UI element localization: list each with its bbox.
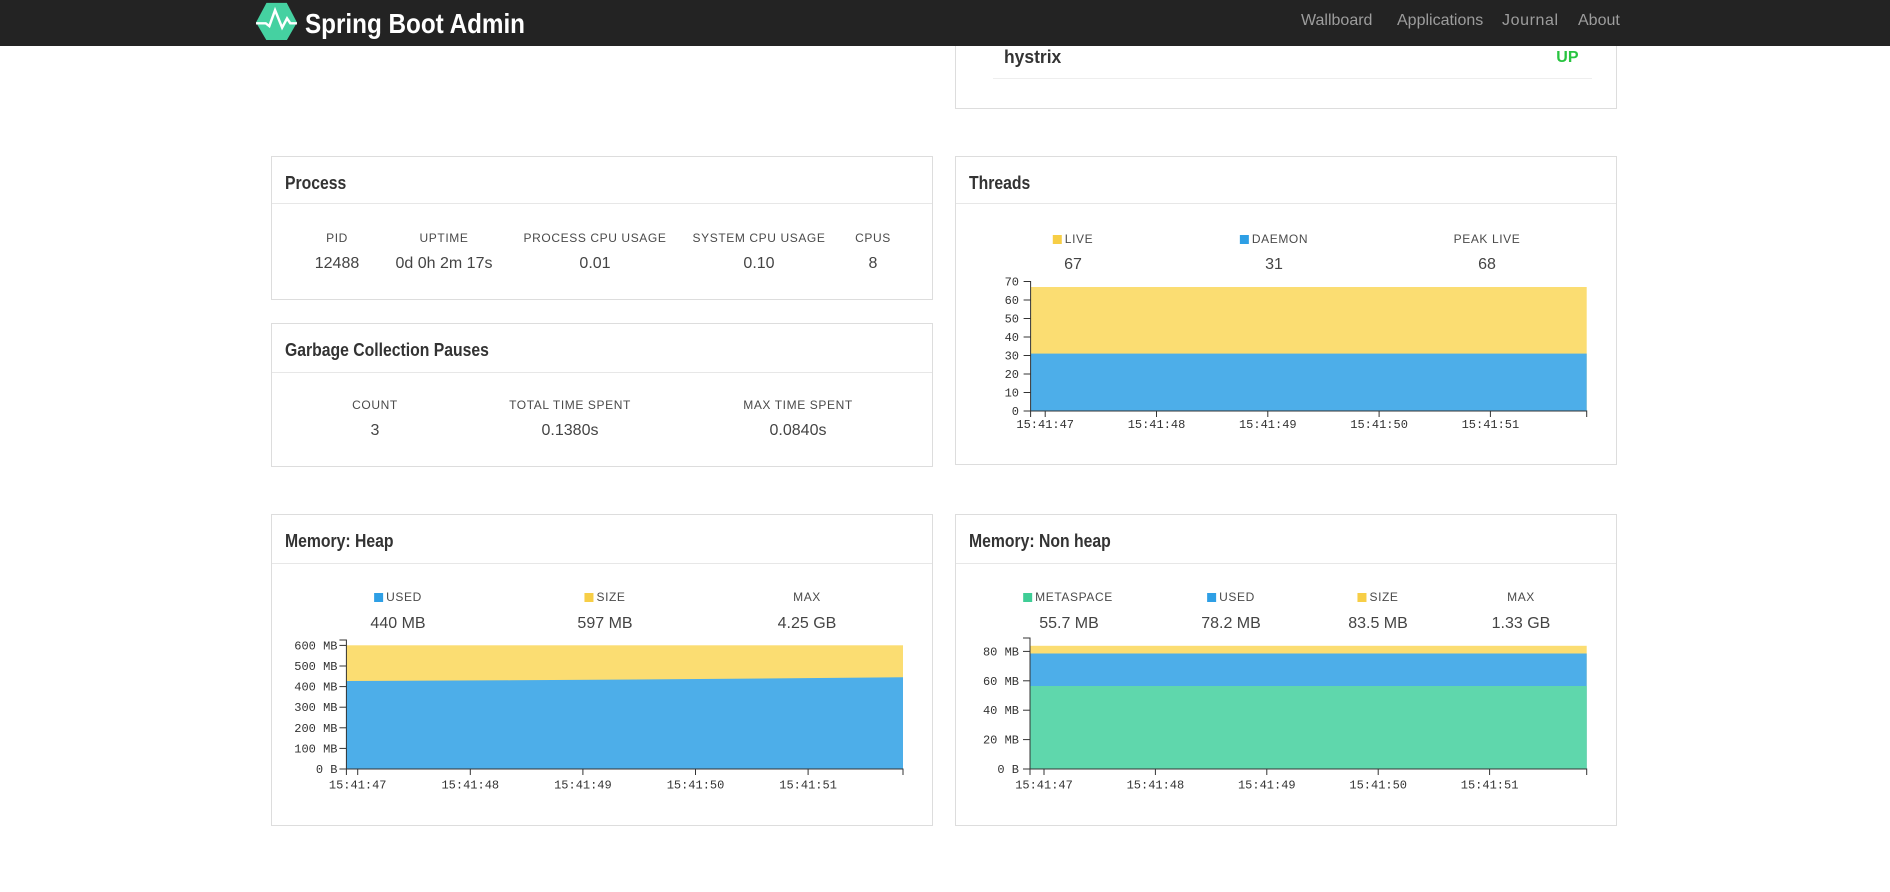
svg-text:15:41:49: 15:41:49 [1238, 779, 1296, 793]
svg-text:100 MB: 100 MB [294, 742, 337, 756]
svg-text:15:41:47: 15:41:47 [1015, 779, 1073, 793]
svg-text:600 MB: 600 MB [294, 639, 337, 653]
svg-text:15:41:48: 15:41:48 [1127, 779, 1185, 793]
svg-text:15:41:51: 15:41:51 [1461, 779, 1519, 793]
svg-text:60 MB: 60 MB [983, 675, 1019, 689]
svg-text:15:41:50: 15:41:50 [1349, 779, 1407, 793]
svg-text:40 MB: 40 MB [983, 704, 1019, 718]
svg-text:200 MB: 200 MB [294, 722, 337, 736]
svg-text:15:41:49: 15:41:49 [554, 779, 612, 793]
svg-text:15:41:48: 15:41:48 [1128, 418, 1186, 432]
svg-text:30: 30 [1005, 350, 1019, 364]
svg-text:0 B: 0 B [316, 763, 338, 777]
svg-text:70: 70 [1005, 276, 1019, 290]
svg-text:500 MB: 500 MB [294, 660, 337, 674]
svg-text:50: 50 [1005, 313, 1019, 327]
svg-text:20: 20 [1005, 368, 1019, 382]
svg-text:20 MB: 20 MB [983, 734, 1019, 748]
svg-text:15:41:48: 15:41:48 [441, 779, 499, 793]
svg-text:15:41:51: 15:41:51 [1462, 418, 1520, 432]
svg-text:400 MB: 400 MB [294, 681, 337, 695]
svg-text:15:41:50: 15:41:50 [667, 779, 725, 793]
svg-text:0 B: 0 B [997, 763, 1019, 777]
svg-text:15:41:47: 15:41:47 [329, 779, 387, 793]
svg-text:80 MB: 80 MB [983, 645, 1019, 659]
svg-text:15:41:47: 15:41:47 [1016, 418, 1074, 432]
svg-text:60: 60 [1005, 294, 1019, 308]
svg-text:15:41:51: 15:41:51 [779, 779, 837, 793]
svg-text:0: 0 [1012, 405, 1019, 419]
svg-text:15:41:49: 15:41:49 [1239, 418, 1297, 432]
svg-text:40: 40 [1005, 331, 1019, 345]
svg-text:300 MB: 300 MB [294, 701, 337, 715]
svg-text:10: 10 [1005, 387, 1019, 401]
svg-text:15:41:50: 15:41:50 [1350, 418, 1408, 432]
